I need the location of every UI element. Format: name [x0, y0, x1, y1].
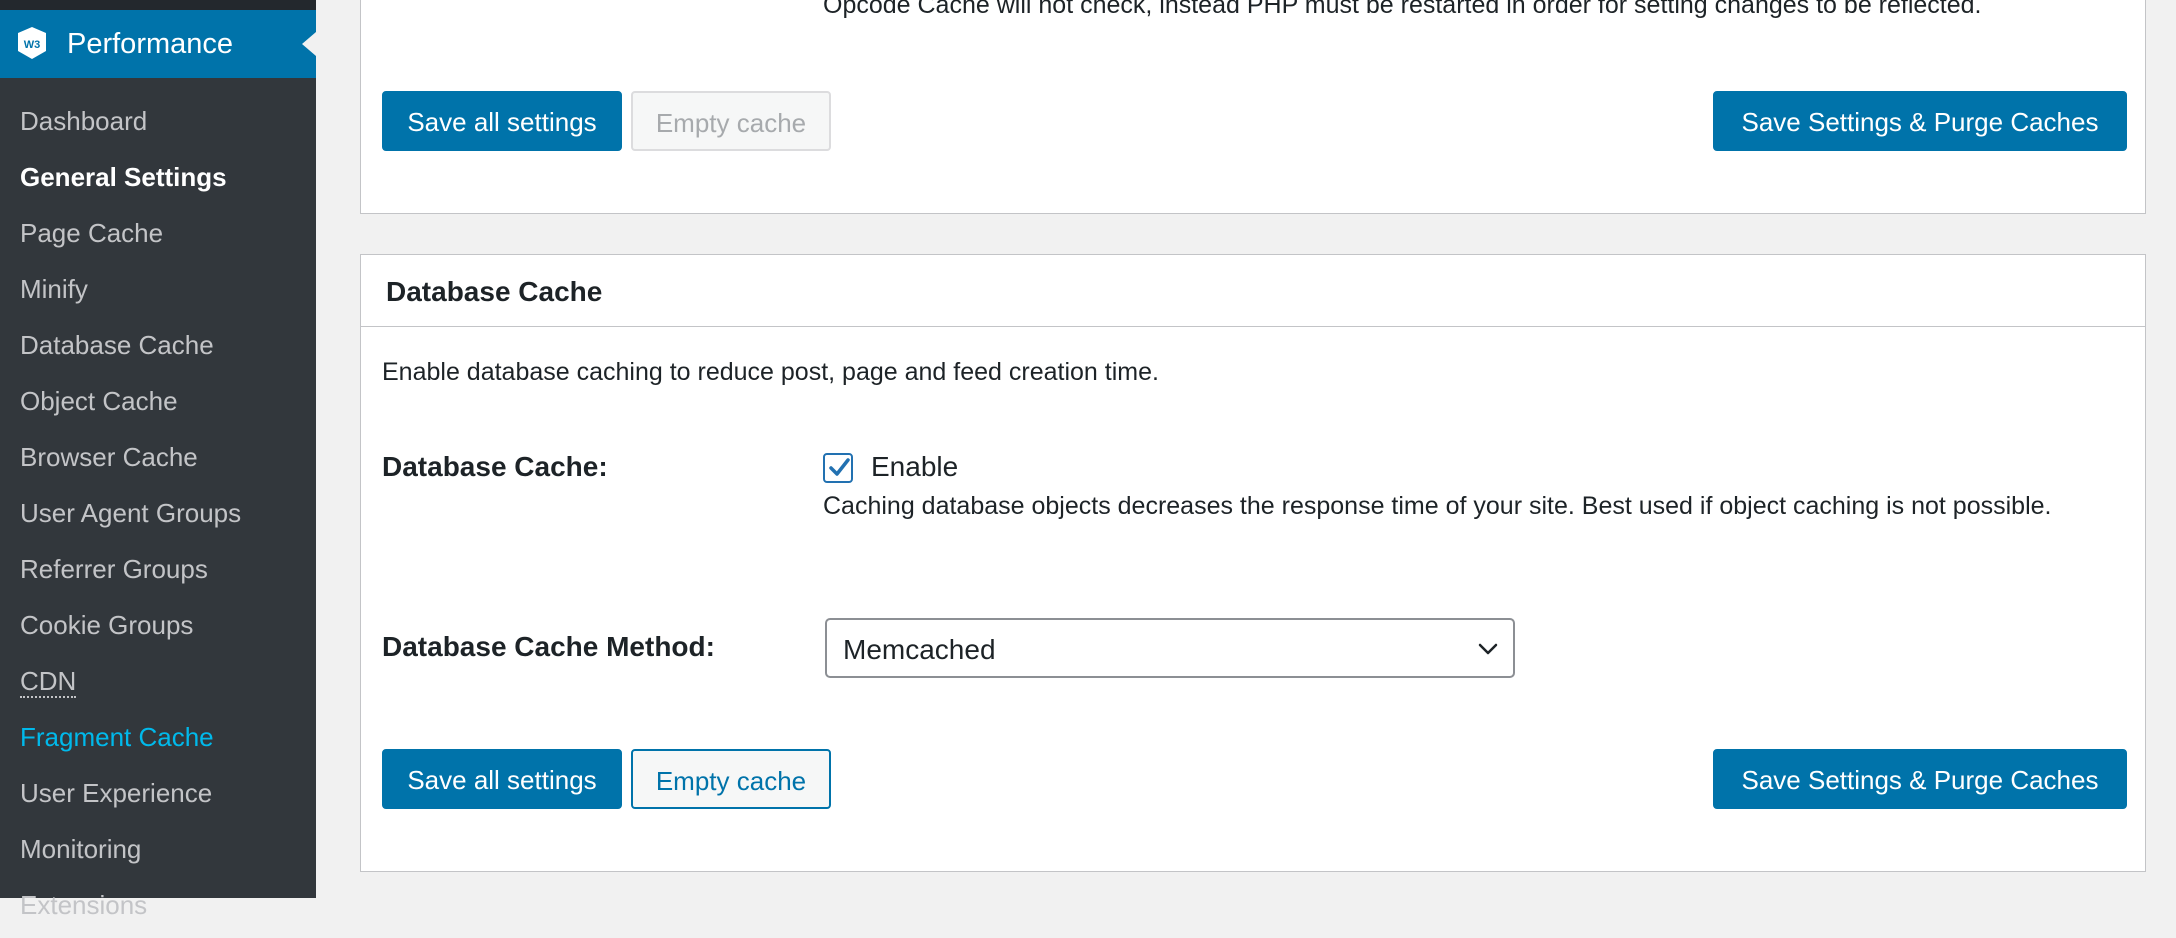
sidebar-item-database-cache[interactable]: Database Cache — [0, 322, 316, 378]
sidebar-item-user-agent-groups[interactable]: User Agent Groups — [0, 490, 316, 546]
sidebar-item-label: User Experience — [20, 778, 213, 808]
sidebar-item-label: Dashboard — [20, 106, 148, 136]
chevron-down-icon — [1478, 643, 1498, 655]
panel-description: Enable database caching to reduce post, … — [382, 358, 1159, 386]
menu-performance[interactable]: W3 Performance — [0, 10, 316, 78]
save-purge-caches-button[interactable]: Save Settings & Purge Caches — [1713, 91, 2127, 151]
sidebar-item-monitoring[interactable]: Monitoring — [0, 826, 316, 882]
logo-text: W3 — [24, 39, 41, 51]
sidebar-item-label: General Settings — [20, 162, 227, 192]
sidebar-item-object-cache[interactable]: Object Cache — [0, 378, 316, 434]
sidebar-item-cookie-groups[interactable]: Cookie Groups — [0, 602, 316, 658]
sidebar-item-label: Cookie Groups — [20, 610, 194, 640]
sidebar-top-strip — [0, 0, 316, 10]
sidebar-item-general-settings[interactable]: General Settings — [0, 154, 316, 210]
sidebar-item-browser-cache[interactable]: Browser Cache — [0, 434, 316, 490]
sidebar-item-label: Monitoring — [20, 834, 142, 864]
sidebar-item-user-experience[interactable]: User Experience — [0, 770, 316, 826]
sidebar-item-label: Fragment Cache — [20, 722, 214, 752]
sidebar-item-label: Minify — [20, 274, 88, 304]
sidebar-item-label: User Agent Groups — [20, 498, 242, 528]
sidebar-item-cdn[interactable]: CDN — [0, 658, 316, 714]
cache-method-label: Database Cache Method: — [382, 631, 715, 662]
sidebar-item-extensions[interactable]: Extensions — [0, 882, 316, 938]
sidebar-item-minify[interactable]: Minify — [0, 266, 316, 322]
current-menu-arrow — [302, 32, 316, 56]
save-all-settings-button[interactable]: Save all settings — [382, 91, 622, 151]
database-cache-help: Caching database objects decreases the r… — [823, 492, 2052, 520]
sidebar-item-label: Database Cache — [20, 330, 214, 360]
checkmark-icon — [829, 458, 850, 476]
sidebar-item-label: Object Cache — [20, 386, 178, 416]
database-cache-label: Database Cache: — [382, 451, 608, 482]
opcode-help-text: Opcode Cache will not check, instead PHP… — [823, 0, 1982, 19]
enable-checkbox[interactable] — [823, 453, 853, 483]
sidebar-item-label: Referrer Groups — [20, 554, 208, 584]
panel-header: Database Cache — [361, 255, 2145, 327]
sidebar-item-label: Extensions — [20, 890, 148, 920]
save-all-settings-button[interactable]: Save all settings — [382, 749, 622, 809]
sidebar-item-page-cache[interactable]: Page Cache — [0, 210, 316, 266]
sidebar-item-label: CDN — [20, 666, 77, 698]
empty-cache-button[interactable]: Empty cache — [631, 749, 831, 809]
sidebar-item-referrer-groups[interactable]: Referrer Groups — [0, 546, 316, 602]
sidebar-item-fragment-cache[interactable]: Fragment Cache — [0, 714, 316, 770]
submenu: Dashboard General Settings Page Cache Minif… — [0, 98, 316, 938]
database-cache-panel: Database Cache Enable database caching t… — [360, 254, 2146, 872]
w3tc-logo-icon: W3 — [14, 25, 50, 61]
sidebar-item-label: Browser Cache — [20, 442, 198, 472]
cache-method-select[interactable]: Memcached — [825, 618, 1515, 678]
empty-cache-button-disabled[interactable]: Empty cache — [631, 91, 831, 151]
admin-sidebar: W3 Performance Dashboard General Settings… — [0, 0, 316, 920]
sidebar-item-label: Page Cache — [20, 218, 164, 248]
opcode-cache-panel: Opcode Cache will not check, instead PHP… — [360, 0, 2146, 214]
menu-title: Performance — [67, 28, 234, 60]
panel-title: Database Cache — [386, 276, 603, 307]
cache-method-value: Memcached — [843, 634, 996, 665]
save-purge-caches-button[interactable]: Save Settings & Purge Caches — [1713, 749, 2127, 809]
enable-label[interactable]: Enable — [871, 451, 958, 483]
sidebar-item-dashboard[interactable]: Dashboard — [0, 98, 316, 154]
